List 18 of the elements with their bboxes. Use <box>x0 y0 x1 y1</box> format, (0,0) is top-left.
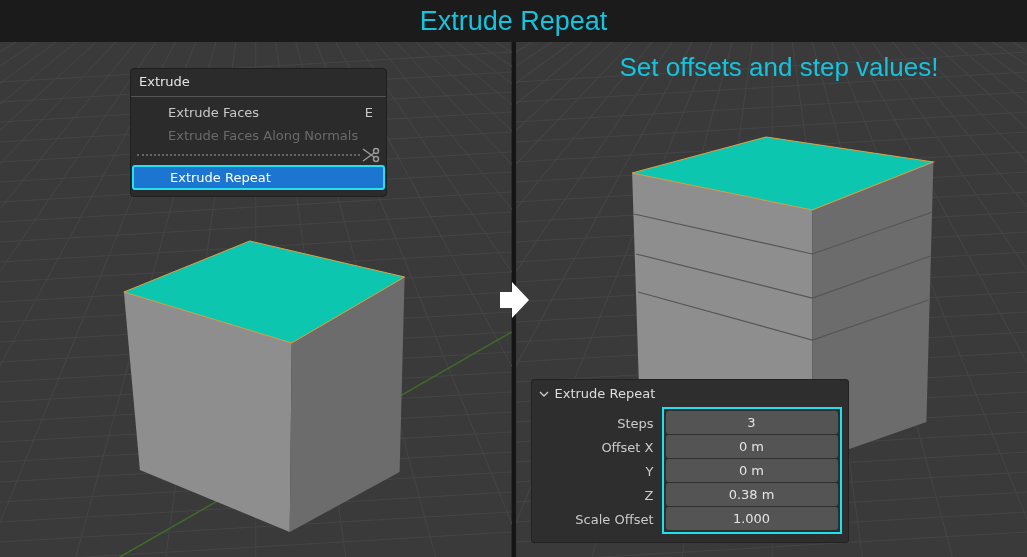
number-field[interactable]: 3 <box>665 411 838 434</box>
arrow-icon <box>499 280 530 320</box>
panel-title: Extrude Repeat <box>554 386 656 401</box>
field-label: Z <box>644 487 654 505</box>
number-field[interactable]: 0.38 m <box>665 483 838 506</box>
field-label: Scale Offset <box>575 511 654 529</box>
menu-item[interactable]: Extrude Faces E <box>131 101 386 124</box>
page-title: Extrude Repeat <box>419 5 608 37</box>
number-field[interactable]: 0 m <box>665 435 838 458</box>
field-label: Offset X <box>601 439 654 457</box>
number-field[interactable]: 0 m <box>665 459 838 482</box>
caption: Set offsets and step values! <box>619 52 939 83</box>
scissors-icon[interactable] <box>362 147 380 163</box>
field-label: Y <box>645 463 654 481</box>
menu-item[interactable]: Extrude Repeat <box>133 166 384 189</box>
menu-title: Extrude <box>138 73 191 91</box>
number-field[interactable]: 1.000 <box>665 507 838 530</box>
field-label: Steps <box>617 415 654 433</box>
